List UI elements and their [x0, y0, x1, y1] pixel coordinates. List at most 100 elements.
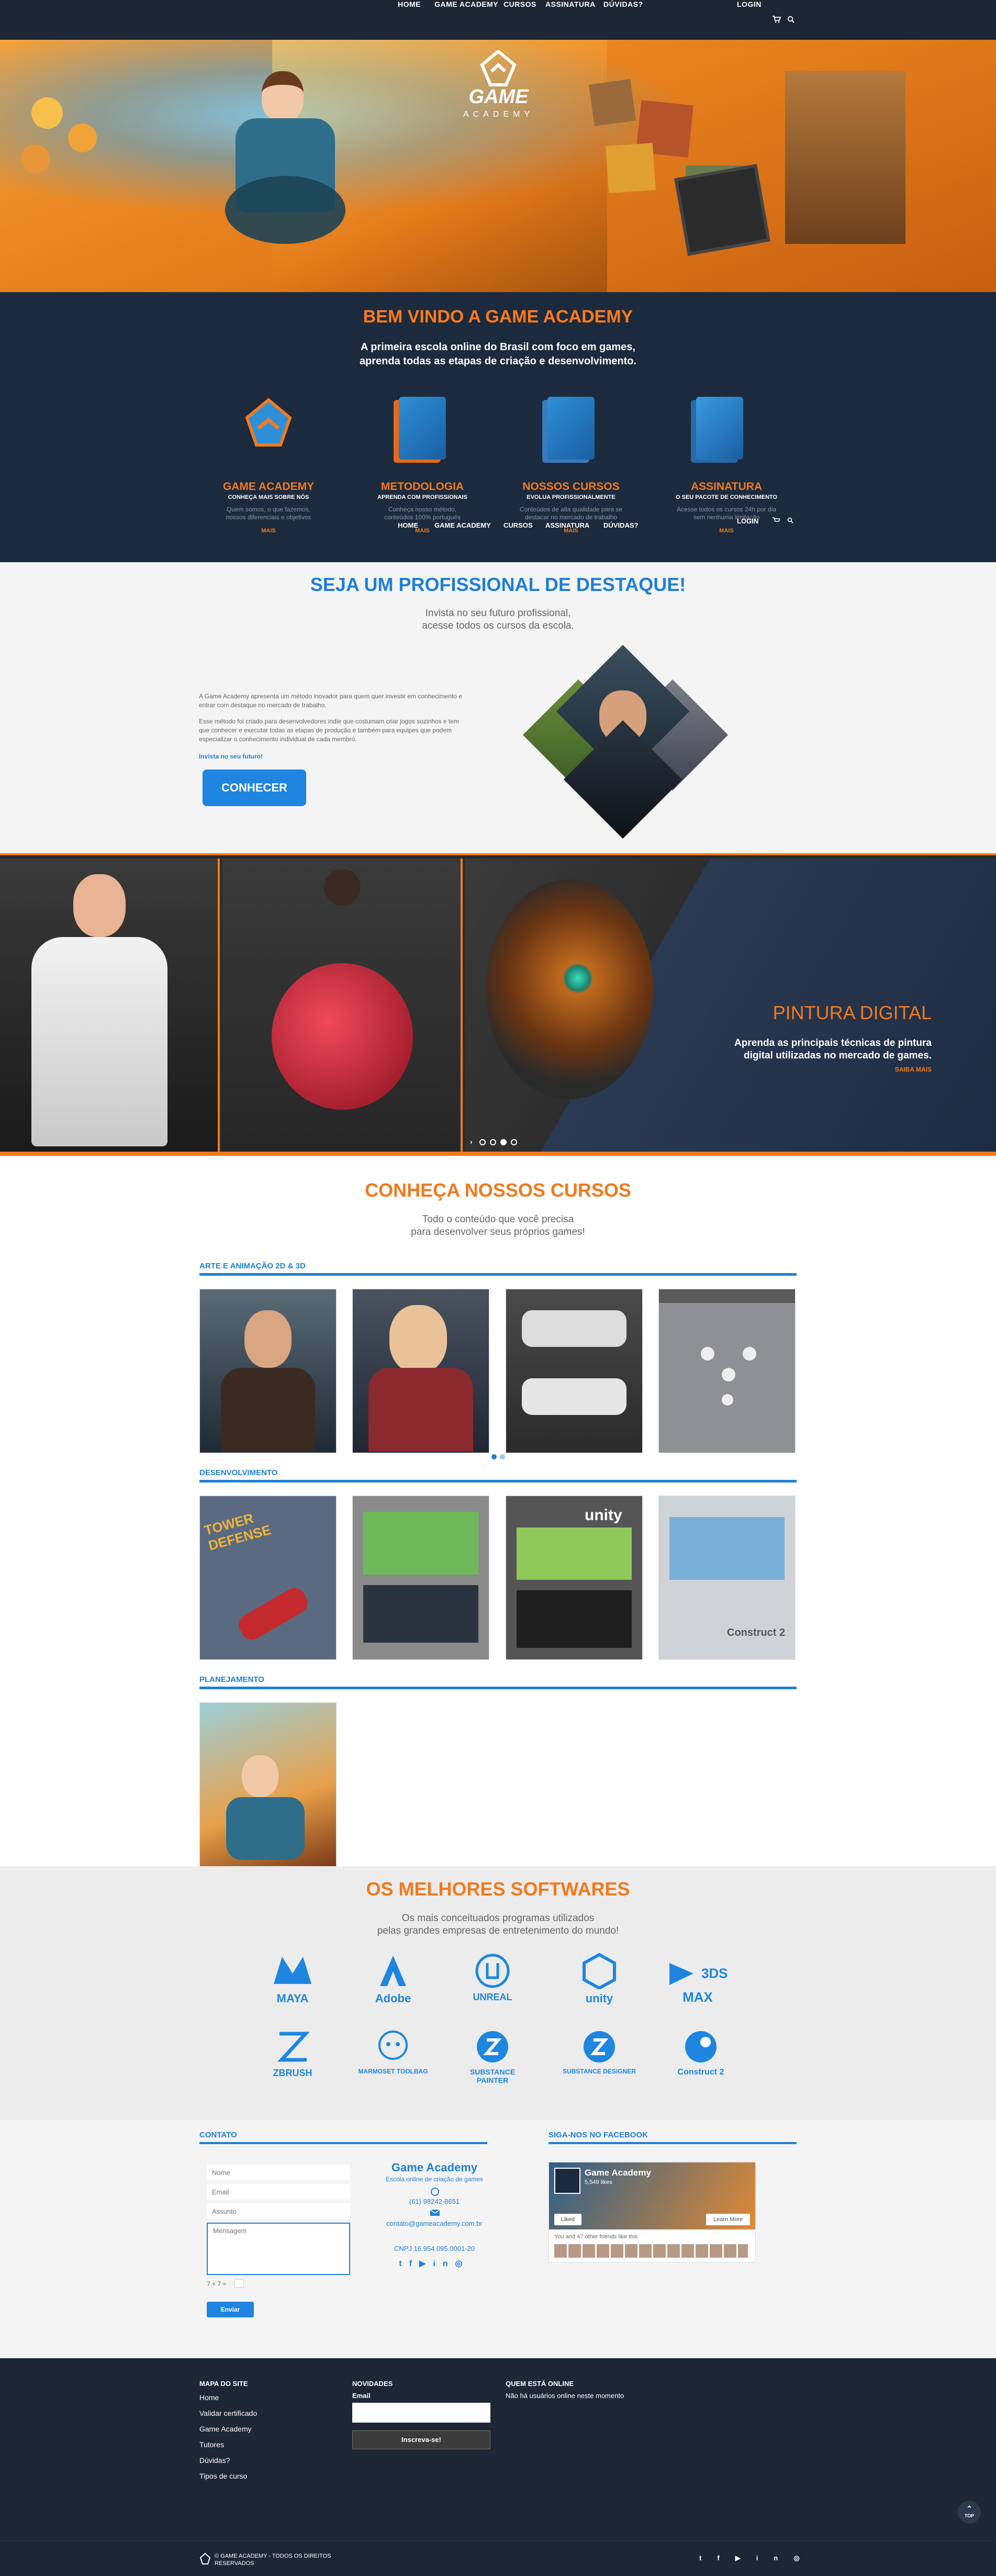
hero-question-block: [605, 142, 656, 194]
facebook-heading: SIGA-NOS NO FACEBOOK: [549, 2131, 648, 2139]
whatsapp-social-icon[interactable]: ◎: [455, 2259, 470, 2268]
course-thumb-unity[interactable]: unity: [506, 1496, 643, 1660]
course-thumb-female-warrior[interactable]: [199, 1289, 337, 1453]
unity-logo: unity: [560, 1953, 639, 2021]
sticky-nav-duvidas[interactable]: DÚVIDAS?: [603, 521, 638, 529]
hero-emoji: [68, 124, 97, 152]
message-textarea[interactable]: [207, 2223, 350, 2275]
send-button[interactable]: Enviar: [207, 2302, 254, 2317]
courses-line-1: Todo o conteúdo que você precisa: [422, 1214, 574, 1225]
carousel-dot-active[interactable]: [491, 1454, 497, 1459]
footer-link-duvidas[interactable]: Dúvidas?: [199, 2452, 230, 2468]
slide-line-2: digital utilizadas no mercado de games.: [744, 1050, 932, 1061]
footer-whatsapp-icon[interactable]: ◎: [793, 2554, 815, 2562]
course-thumb-3d-editor[interactable]: [658, 1289, 796, 1453]
substance-designer-icon: [584, 2031, 615, 2062]
hero-emoji: [31, 97, 63, 129]
cart-icon[interactable]: [773, 16, 781, 23]
slider-dot[interactable]: [511, 1139, 517, 1145]
adobe-logo: Adobe: [354, 1953, 432, 2021]
youtube-icon[interactable]: ▶: [419, 2259, 433, 2268]
contact-social-icons: tf▶in◎: [385, 2258, 484, 2269]
contact-heading: CONTATO: [199, 2131, 237, 2139]
newsletter-subscribe-button[interactable]: Inscreva-se!: [352, 2430, 490, 2449]
login-link[interactable]: LOGIN: [737, 0, 762, 40]
maya-logo: MAYA: [253, 1953, 332, 2021]
search-icon[interactable]: [787, 16, 794, 23]
courses-title: CONHEÇA NOSSOS CURSOS: [365, 1179, 631, 1201]
zbrush-label: ZBRUSH: [273, 2068, 312, 2078]
professional-section: SEJA UM PROFISSIONAL DE DESTAQUE! Invist…: [0, 562, 996, 855]
twitter-icon[interactable]: t: [399, 2259, 409, 2268]
nav-assinatura[interactable]: ASSINATURA: [545, 0, 596, 40]
contact-email[interactable]: contato@gameacademy.com.br: [366, 2220, 502, 2227]
pro-invest-link[interactable]: Invista no seu futuro!: [199, 753, 263, 760]
facebook-widget[interactable]: Game Academy 5,549 likes Liked Learn Mor…: [549, 2162, 756, 2262]
footer-twitter-icon[interactable]: t: [699, 2554, 717, 2562]
course-thumb-platformer-editor[interactable]: [352, 1496, 489, 1660]
courses-line-2: para desenvolver seus próprios games!: [411, 1226, 585, 1237]
back-to-top-button[interactable]: ⌃ TOP: [958, 2501, 981, 2524]
metodologia-box-icon: [399, 397, 446, 460]
nav-game-academy[interactable]: GAME ACADEMY: [434, 0, 498, 40]
course-thumb-tower-defense[interactable]: TOWER DEFENSE: [199, 1496, 337, 1660]
footer-linkedin-icon[interactable]: in: [756, 2554, 794, 2562]
contact-phone[interactable]: (61) 98242-8651: [377, 2198, 492, 2205]
sticky-login-link[interactable]: LOGIN: [737, 517, 758, 525]
captcha-input[interactable]: [234, 2279, 244, 2288]
name-input[interactable]: [207, 2165, 350, 2180]
substance-painter-label: SUBSTANCE PAINTER: [469, 2068, 516, 2084]
email-icon: [430, 2209, 440, 2216]
footer-link-tutores[interactable]: Tutores: [199, 2437, 224, 2452]
sticky-nav-game-academy[interactable]: GAME ACADEMY: [434, 521, 491, 529]
course-thumb-construct[interactable]: Construct 2: [658, 1496, 796, 1660]
carousel-dot[interactable]: [500, 1454, 505, 1459]
footer-youtube-icon[interactable]: ▶: [735, 2554, 756, 2562]
feature-title: ASSINATURA: [690, 481, 763, 493]
footer-link-tipos[interactable]: Tipos de curso: [199, 2468, 247, 2484]
hero-logo-word: GAME: [468, 86, 529, 108]
course-thumb-blaster-gun[interactable]: [506, 1289, 643, 1453]
linkedin-icon[interactable]: in: [433, 2259, 455, 2268]
feature-title: METODOLOGIA: [381, 481, 464, 493]
footer-facebook-icon[interactable]: f: [717, 2554, 735, 2562]
slider-dot-active[interactable]: [500, 1139, 507, 1145]
hero-laptop: [674, 164, 770, 256]
slider-dot[interactable]: [490, 1139, 496, 1145]
course-thumb-planning[interactable]: [199, 1702, 337, 1867]
newsletter-email-input[interactable]: [352, 2403, 490, 2423]
contact-cnpj: CNPJ 16.954.095.0001-20: [394, 2245, 475, 2252]
sticky-nav-cursos[interactable]: CURSOS: [503, 521, 533, 529]
sticky-nav-assinatura[interactable]: ASSINATURA: [545, 521, 589, 529]
feature-text: Conheça nosso método,: [388, 506, 457, 513]
conhecer-button[interactable]: CONHECER: [203, 770, 306, 806]
slide-more-link[interactable]: SAIBA MAIS: [837, 1066, 932, 1073]
course-thumb-blonde-heroine[interactable]: [352, 1289, 489, 1453]
sticky-cart-icon[interactable]: [773, 517, 780, 523]
footer-link-home[interactable]: Home: [199, 2390, 219, 2405]
slider-next-icon[interactable]: ›: [470, 1138, 473, 1146]
contact-heading-line: [199, 2142, 487, 2144]
footer-link-validar[interactable]: Validar certificado: [199, 2405, 257, 2421]
marmoset-label: MARMOSET TOOLBAG: [358, 2068, 428, 2075]
facebook-liked-button[interactable]: Liked: [554, 2214, 581, 2225]
footer-link-game-academy[interactable]: Game Academy: [199, 2421, 252, 2437]
facebook-page-name[interactable]: Game Academy: [585, 2168, 651, 2178]
subject-input[interactable]: [207, 2203, 350, 2219]
construct2-icon: [685, 2031, 717, 2062]
facebook-icon[interactable]: f: [409, 2259, 419, 2268]
nav-cursos[interactable]: CURSOS: [503, 0, 536, 40]
facebook-page-avatar: [554, 2168, 580, 2194]
slider-dot[interactable]: [479, 1139, 486, 1145]
facebook-learn-more-button[interactable]: Learn More: [706, 2214, 750, 2225]
nav-home[interactable]: HOME: [398, 0, 421, 40]
softwares-title: OS MELHORES SOFTWARES: [366, 1878, 630, 1900]
facebook-friend-avatars: [554, 2244, 748, 2258]
hero-books: [785, 71, 905, 244]
3dsmax-icon: [669, 1963, 694, 1985]
contact-tagline: Escola online de criação de games: [385, 2176, 484, 2183]
nav-duvidas[interactable]: DÚVIDAS?: [603, 0, 643, 40]
email-input[interactable]: [207, 2184, 350, 2200]
sticky-search-icon[interactable]: [787, 517, 793, 523]
sticky-nav-home[interactable]: HOME: [398, 521, 418, 529]
